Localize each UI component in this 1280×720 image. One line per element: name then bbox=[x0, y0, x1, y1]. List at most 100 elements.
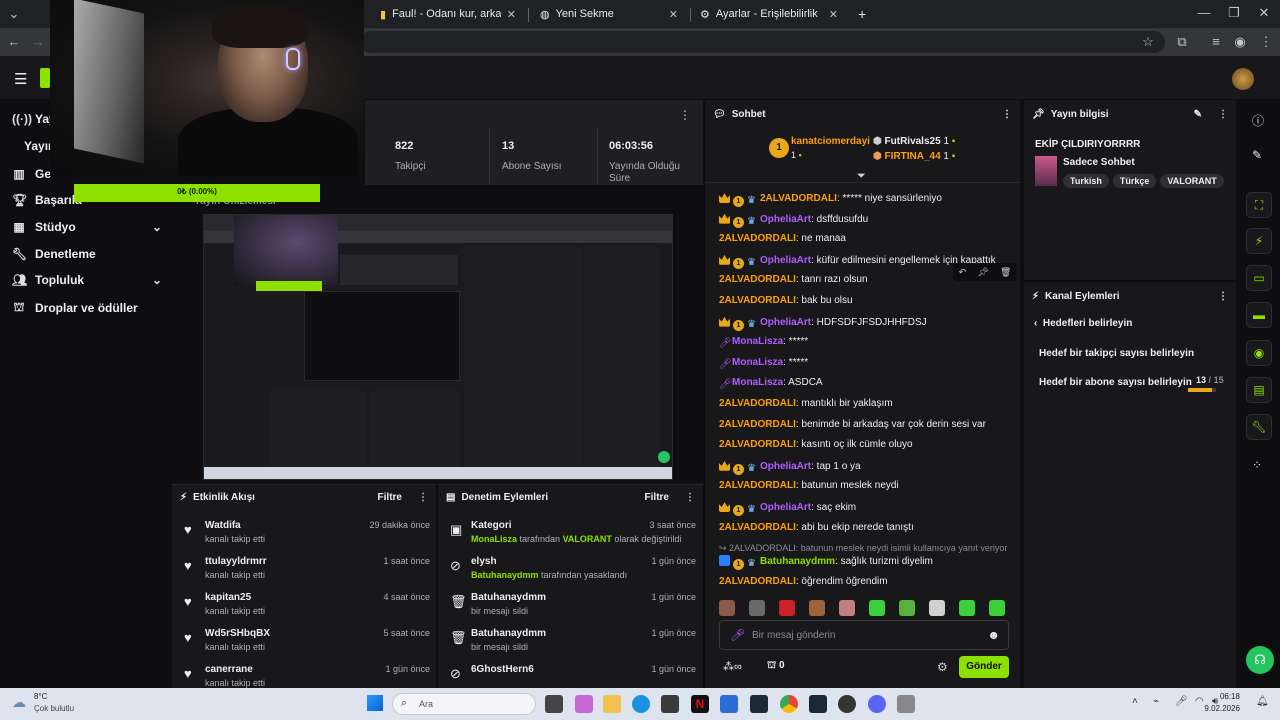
edit-icon[interactable]: ✎ bbox=[1194, 109, 1202, 120]
chat-username[interactable]: MonaLisza bbox=[732, 336, 783, 347]
chat-message[interactable]: 2ALVADORDALI: kasıntı oç ilk cümle oluyo bbox=[719, 439, 913, 450]
chat-username[interactable]: OpheliaArt bbox=[760, 255, 811, 266]
leaderboard-user-1[interactable]: kanatciomerdayi bbox=[791, 136, 870, 147]
emote-icon[interactable] bbox=[959, 600, 975, 616]
sidebar-item-moderation[interactable]: 🔧︎ Denetleme bbox=[12, 247, 162, 261]
tag[interactable]: Türkçe bbox=[1112, 174, 1157, 188]
chat-message[interactable]: 2ALVADORDALI: bak bu olsu bbox=[719, 295, 853, 306]
chat-username[interactable]: 2ALVADORDALI bbox=[719, 274, 796, 285]
more-options-icon[interactable]: ⋮ bbox=[418, 492, 428, 503]
chat-message[interactable]: 2ALVADORDALI: öğrendim öğrendim bbox=[719, 576, 888, 587]
lightning-icon[interactable]: ⚡︎ bbox=[1246, 228, 1272, 254]
chat-message[interactable]: 1 ♛ OpheliaArt: saç ekim bbox=[719, 501, 856, 516]
points-counter[interactable]: ⛫ 0 bbox=[767, 660, 785, 673]
emote-icon[interactable] bbox=[749, 600, 765, 616]
mod-action-item[interactable]: ▣ Kategori MonaLisza tarafından VALORANT o… bbox=[446, 518, 696, 552]
app-icon[interactable] bbox=[720, 695, 738, 713]
tab-faul[interactable]: ▮ Faul! - Odanı kur, arkadaşlarını ✕ bbox=[372, 2, 524, 26]
chat-username[interactable]: 2ALVADORDALI bbox=[719, 439, 796, 450]
emote-icon[interactable] bbox=[869, 600, 885, 616]
tab-new-tab[interactable]: ◍ Yeni Sekme ✕ bbox=[532, 2, 686, 26]
close-icon[interactable]: ✕ bbox=[669, 8, 678, 21]
sidebar-item-community[interactable]: 👥︎ Topluluk ⌄ bbox=[12, 273, 162, 287]
support-icon[interactable]: ☊ bbox=[1246, 646, 1274, 674]
tab-search-icon[interactable]: ⌄ bbox=[6, 6, 22, 22]
copilot-icon[interactable] bbox=[575, 695, 593, 713]
forward-arrow-icon[interactable]: → bbox=[30, 34, 46, 49]
emote-icon[interactable] bbox=[989, 600, 1005, 616]
chat-username[interactable]: OpheliaArt bbox=[760, 461, 811, 472]
chat-message[interactable]: 1 ♛ OpheliaArt: HDFSDFJFSDJHHFDSJ bbox=[719, 316, 927, 331]
chat-message[interactable]: 2ALVADORDALI: mantıklı bir yaklaşım bbox=[719, 398, 893, 409]
layout-icon[interactable]: ▤ bbox=[1246, 377, 1272, 403]
sub-goal-item[interactable]: Hedef bir abone sayısı belirleyin bbox=[1039, 377, 1192, 388]
star-icon[interactable]: ☆ bbox=[1140, 34, 1156, 50]
close-icon[interactable]: ✕ bbox=[829, 8, 838, 21]
chat-message[interactable]: 1 ♛ OpheliaArt: dsffdusufdu bbox=[719, 213, 868, 228]
goals-back-button[interactable]: ‹ Hedefleri belirleyin bbox=[1034, 318, 1132, 329]
logo-icon[interactable] bbox=[40, 68, 50, 88]
pin-icon[interactable]: 📌︎ bbox=[977, 267, 988, 278]
wrench-icon[interactable]: 🔧︎ bbox=[1246, 414, 1272, 440]
close-icon[interactable]: ✕ bbox=[507, 8, 516, 21]
chat-username[interactable]: 2ALVADORDALI bbox=[719, 233, 796, 244]
clip-icon[interactable]: ⛶ bbox=[1246, 192, 1272, 218]
netflix-icon[interactable]: N bbox=[691, 695, 709, 713]
chat-message[interactable]: 🎤︎MonaLisza: ASDCA bbox=[719, 377, 823, 390]
url-field[interactable] bbox=[360, 31, 1165, 53]
activity-item[interactable]: ♥ Watdifa kanalı takip etti 29 dakika önce bbox=[180, 518, 430, 552]
new-tab-button[interactable]: + bbox=[850, 2, 874, 26]
tag[interactable]: VALORANT bbox=[1160, 174, 1224, 188]
more-options-icon[interactable]: ⋮ bbox=[1218, 291, 1228, 302]
file-explorer-icon[interactable] bbox=[603, 695, 621, 713]
clock-date[interactable]: 9.02.2026 bbox=[1198, 704, 1240, 713]
emote-icon[interactable] bbox=[779, 600, 795, 616]
emoji-icon[interactable]: ☻ bbox=[987, 628, 1000, 642]
more-options-icon[interactable]: ⋮ bbox=[1002, 109, 1012, 120]
media-icon[interactable]: ≡ bbox=[1208, 34, 1224, 49]
chat-message[interactable]: 2ALVADORDALI: benimde bi arkadaş var çok… bbox=[719, 419, 986, 430]
mic-icon[interactable]: 🎤︎ bbox=[1175, 696, 1188, 707]
chat-username[interactable]: 2ALVADORDALI bbox=[719, 295, 796, 306]
tab-settings[interactable]: ⚙ Ayarlar - Erişilebilirlik ✕ bbox=[692, 2, 846, 26]
chat-input[interactable]: 🎤︎ Bir mesaj gönderin ☻ bbox=[719, 620, 1009, 650]
mod-action-item[interactable]: ⊘ elysh Batuhanaydmm tarafından yasaklandı… bbox=[446, 554, 696, 588]
chat-message[interactable]: 2ALVADORDALI: tanrı razı olsun bbox=[719, 274, 868, 285]
chat-message[interactable]: 1 ♛ Batuhanaydmm: sağlık turizmi diyelim bbox=[719, 555, 933, 570]
start-icon[interactable] bbox=[367, 695, 383, 711]
chat-message[interactable]: 1 ♛ 2ALVADORDALI: ***** niye sansürleniyo bbox=[719, 192, 942, 207]
chat-username[interactable]: MonaLisza bbox=[732, 377, 783, 388]
avatar[interactable] bbox=[1232, 68, 1254, 90]
settings-icon[interactable] bbox=[897, 695, 915, 713]
edge-icon[interactable] bbox=[632, 695, 650, 713]
delete-icon[interactable]: 🗑︎ bbox=[1000, 267, 1011, 278]
filter-button[interactable]: Filtre bbox=[645, 492, 669, 503]
back-arrow-icon[interactable]: ← bbox=[6, 34, 22, 49]
chat-username[interactable]: OpheliaArt bbox=[760, 502, 811, 513]
broadcast-icon[interactable]: ◉ bbox=[1246, 340, 1272, 366]
activity-item[interactable]: ♥ ttulayyldrmrr kanalı takip etti 1 saat ön… bbox=[180, 554, 430, 588]
chat-message[interactable]: 🎤︎MonaLisza: ***** bbox=[719, 357, 808, 370]
network-icon[interactable]: ⌁ bbox=[1153, 696, 1159, 707]
extensions-icon[interactable]: ⁘ bbox=[1252, 458, 1262, 472]
weather-desc[interactable]: Çok bulutlu bbox=[34, 704, 74, 713]
reply-icon[interactable]: ↶ bbox=[959, 267, 967, 278]
chat-settings-icon[interactable]: ⚙ bbox=[937, 660, 948, 674]
stream-preview-video[interactable] bbox=[203, 214, 673, 480]
copy-icon[interactable]: ▭ bbox=[1246, 265, 1272, 291]
chat-username[interactable]: 2ALVADORDALI bbox=[719, 398, 796, 409]
chrome-icon[interactable] bbox=[780, 695, 798, 713]
emote-icon[interactable] bbox=[929, 600, 945, 616]
chat-message[interactable]: 🎤︎MonaLisza: ***** bbox=[719, 336, 808, 349]
clock-time[interactable]: 06:18 bbox=[1218, 692, 1240, 701]
sidebar-item-drops[interactable]: ⛫ Droplar ve ödüller bbox=[12, 300, 162, 316]
task-view-icon[interactable] bbox=[545, 695, 563, 713]
taskbar-search[interactable]: ⌕ Ara bbox=[392, 693, 536, 715]
extensions-icon[interactable]: ⧉ bbox=[1174, 34, 1190, 50]
chat-username[interactable]: MonaLisza bbox=[732, 357, 783, 368]
weather-temp[interactable]: 8°C bbox=[34, 692, 47, 701]
chat-username[interactable]: OpheliaArt bbox=[760, 317, 811, 328]
activity-item[interactable]: ♥ kapitan25 kanalı takip etti 4 saat önce bbox=[180, 590, 430, 624]
chat-message[interactable]: 2ALVADORDALI: ne manaa bbox=[719, 233, 846, 244]
info-icon[interactable]: ⓘ bbox=[1252, 112, 1264, 129]
